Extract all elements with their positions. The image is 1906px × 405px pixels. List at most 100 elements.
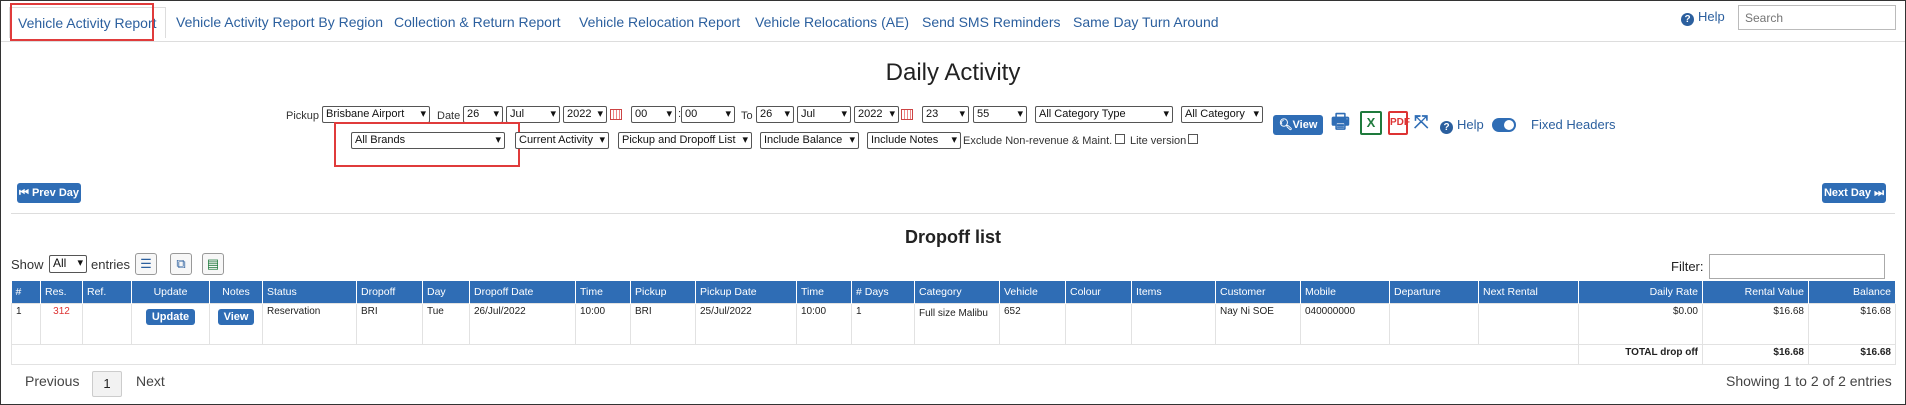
col-header[interactable]: Time (796, 281, 852, 304)
col-header[interactable]: Status (262, 281, 357, 304)
cell-customer: Nay Ni SOE (1215, 303, 1301, 345)
help-link[interactable]: ? Help (1681, 9, 1725, 26)
highlight-box-brands (334, 122, 520, 167)
col-header[interactable]: Balance (1808, 281, 1896, 304)
csv-icon[interactable]: ▤ (202, 253, 224, 275)
from-month-select[interactable]: Jul (506, 106, 560, 123)
cell-update: Update (131, 303, 210, 345)
view-notes-button[interactable]: View (217, 309, 255, 325)
col-header[interactable]: Next Rental (1478, 281, 1579, 304)
col-header[interactable]: Res. (40, 281, 83, 304)
notes-select[interactable]: Include Notes (867, 132, 961, 149)
pdf-icon[interactable]: PDF (1388, 111, 1410, 135)
page-1-button[interactable]: 1 (92, 371, 122, 397)
cell-notes: View (209, 303, 263, 345)
col-header[interactable]: Departure (1389, 281, 1479, 304)
col-header[interactable]: Notes (209, 281, 263, 304)
column-list-icon[interactable]: ☰ (135, 253, 157, 275)
cell-mobile: 040000000 (1300, 303, 1390, 345)
cell-dropoff: BRI (356, 303, 423, 345)
previous-page-button[interactable]: Previous (25, 373, 79, 389)
category-type-select[interactable]: All Category Type (1035, 106, 1173, 123)
view-button[interactable]: 🔍︎View (1273, 115, 1323, 135)
col-header[interactable]: Rental Value (1702, 281, 1809, 304)
from-hour-select[interactable]: 00 (631, 106, 676, 123)
col-header[interactable]: Ref. (82, 281, 132, 304)
cell-category: Full size Malibu (914, 303, 1000, 345)
update-button[interactable]: Update (145, 309, 196, 325)
fixed-headers-toggle[interactable] (1492, 118, 1516, 132)
calendar-icon[interactable] (610, 109, 622, 120)
fullscreen-icon[interactable]: ⤧ (1414, 111, 1428, 133)
lite-version-label: Lite version (1130, 135, 1187, 147)
balance-select[interactable]: Include Balance (760, 132, 859, 149)
col-header[interactable]: Vehicle (999, 281, 1066, 304)
to-day-select[interactable]: 26 (756, 106, 794, 123)
highlight-box-tab (10, 3, 154, 41)
next-day-button[interactable]: Next Day ⏭ (1822, 183, 1886, 203)
to-hour-select[interactable]: 23 (922, 106, 969, 123)
col-header[interactable]: Update (131, 281, 210, 304)
pickup-location-select[interactable]: Brisbane Airport (322, 106, 430, 123)
show-entries-select[interactable]: All (49, 255, 87, 273)
col-header[interactable]: Items (1131, 281, 1216, 304)
tab-vehicle-relocation-report[interactable]: Vehicle Relocation Report (579, 7, 740, 37)
tab-vehicle-activity-report-by-region[interactable]: Vehicle Activity Report By Region (176, 7, 383, 37)
dropoff-list-title: Dropoff list (905, 227, 1001, 247)
tab-vehicle-relocations-ae[interactable]: Vehicle Relocations (AE) (755, 7, 909, 37)
to-year-select[interactable]: 2022 (854, 106, 899, 123)
col-header[interactable]: # Days (851, 281, 915, 304)
exclude-nonrevenue-checkbox[interactable] (1115, 134, 1125, 144)
cell-day: Tue (422, 303, 470, 345)
col-header[interactable]: Category (914, 281, 1000, 304)
cell-pickup-time: 10:00 (796, 303, 852, 345)
prev-icon: ⏮ (18, 187, 32, 199)
from-minute-select[interactable]: 00 (681, 106, 735, 123)
copy-icon[interactable]: ⧉ (170, 253, 192, 275)
col-header[interactable]: Time (575, 281, 631, 304)
col-header[interactable]: Mobile (1300, 281, 1390, 304)
filter-input[interactable] (1709, 254, 1885, 279)
activity-select[interactable]: Current Activity (515, 132, 609, 149)
print-icon[interactable]: 🖶 (1331, 111, 1350, 133)
excel-icon[interactable]: X (1360, 111, 1382, 135)
cell-pickup: BRI (630, 303, 696, 345)
list-type-select[interactable]: Pickup and Dropoff List (618, 132, 752, 149)
lite-version-checkbox[interactable] (1188, 134, 1198, 144)
next-page-button[interactable]: Next (136, 373, 165, 389)
from-year-select[interactable]: 2022 (563, 106, 607, 123)
to-label: To (741, 110, 753, 122)
cell-time: 10:00 (575, 303, 631, 345)
col-header[interactable]: Pickup Date (695, 281, 797, 304)
total-label: TOTAL drop off (1578, 344, 1703, 365)
view-label: View (1292, 119, 1318, 131)
cell-res-link[interactable]: 312 (40, 303, 83, 345)
col-header[interactable]: Colour (1065, 281, 1132, 304)
cell-days: 1 (851, 303, 915, 345)
col-header[interactable]: Customer (1215, 281, 1301, 304)
tab-same-day-turn-around[interactable]: Same Day Turn Around (1073, 7, 1219, 37)
search-input[interactable] (1738, 5, 1896, 30)
calendar-icon[interactable] (901, 109, 913, 120)
col-header[interactable]: Pickup (630, 281, 696, 304)
to-month-select[interactable]: Jul (797, 106, 851, 123)
from-day-select[interactable]: 26 (463, 106, 503, 123)
tab-send-sms-reminders[interactable]: Send SMS Reminders (922, 7, 1061, 37)
pickup-label: Pickup (286, 110, 320, 122)
col-header[interactable]: Day (422, 281, 470, 304)
col-header[interactable]: Daily Rate (1578, 281, 1703, 304)
col-header[interactable]: Dropoff (356, 281, 423, 304)
toolbar-help-link[interactable]: ? Help (1440, 117, 1484, 134)
col-header[interactable]: # (11, 281, 41, 304)
cell-ref (82, 303, 132, 345)
next-icon: ⏭ (1871, 187, 1885, 199)
col-header[interactable]: Dropoff Date (469, 281, 576, 304)
tab-collection-return-report[interactable]: Collection & Return Report (394, 7, 561, 37)
cell-next-rental (1478, 303, 1579, 345)
category-select[interactable]: All Category (1181, 106, 1263, 123)
divider (11, 213, 1895, 214)
prev-day-button[interactable]: ⏮ Prev Day (17, 183, 81, 203)
page-title: Daily Activity (885, 59, 1021, 86)
to-minute-select[interactable]: 55 (973, 106, 1027, 123)
date-label: Date (437, 110, 461, 122)
